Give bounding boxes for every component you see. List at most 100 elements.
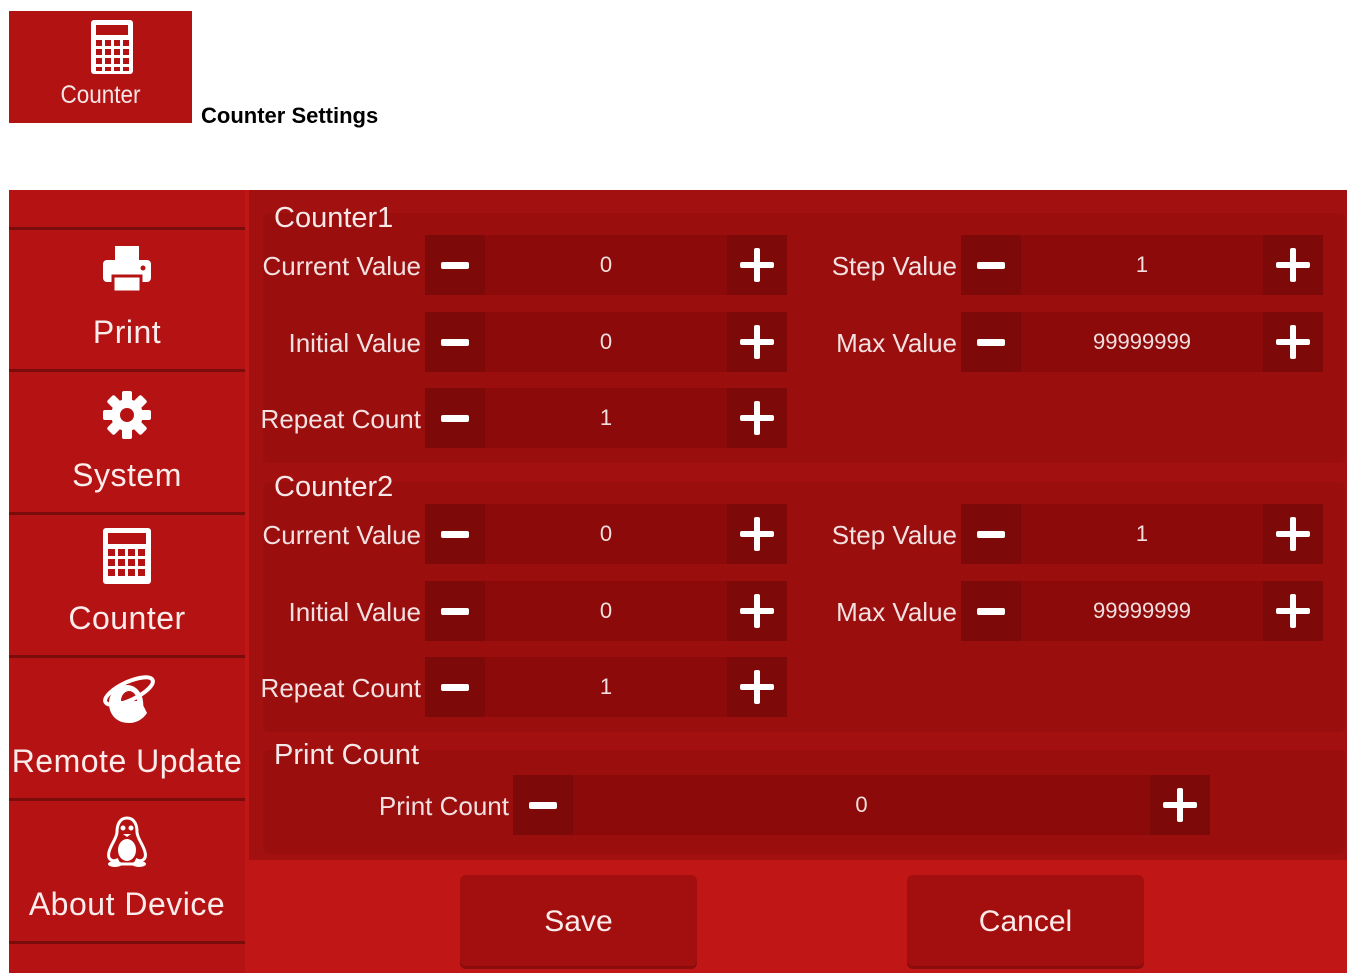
increment-button[interactable] xyxy=(1150,775,1210,835)
increment-button[interactable] xyxy=(1263,235,1323,295)
header-tile-label: Counter xyxy=(60,81,141,109)
stepper-value[interactable]: 0 xyxy=(485,504,727,564)
increment-button[interactable] xyxy=(1263,504,1323,564)
plus-icon xyxy=(1276,517,1310,551)
sidebar-item-label: Counter xyxy=(68,600,186,636)
decrement-button[interactable] xyxy=(961,312,1021,372)
counter2-current-value-stepper: 0 xyxy=(425,504,787,564)
minus-icon xyxy=(441,683,469,691)
stepper-value[interactable]: 0 xyxy=(485,235,727,295)
page-title: Counter Settings xyxy=(201,103,379,128)
sidebar-item-print[interactable]: Print xyxy=(9,230,245,372)
main-panel: Counter1 Current Value 0 Step Value 1 In… xyxy=(249,190,1347,860)
counter1-title: Counter1 xyxy=(274,202,394,234)
stepper-value[interactable]: 1 xyxy=(485,388,727,448)
counter2-title: Counter2 xyxy=(274,471,394,503)
stepper-value[interactable]: 1 xyxy=(485,657,727,717)
minus-icon xyxy=(441,338,469,346)
step-value-label: Step Value xyxy=(831,520,957,550)
step-value-label: Step Value xyxy=(831,251,957,281)
sidebar-item-label: About Device xyxy=(28,886,226,922)
counter2-step-value-stepper: 1 xyxy=(961,504,1323,564)
app-window: Print System Counter Remote Update About… xyxy=(9,190,1347,973)
max-value-label: Max Value xyxy=(836,328,957,358)
decrement-button[interactable] xyxy=(961,581,1021,641)
stepper-value[interactable]: 0 xyxy=(573,775,1150,835)
sidebar-item-system[interactable]: System xyxy=(9,373,245,515)
increment-button[interactable] xyxy=(727,235,787,295)
stepper-value[interactable]: 1 xyxy=(1021,504,1263,564)
plus-icon xyxy=(1276,248,1310,282)
sidebar: Print System Counter Remote Update About… xyxy=(9,190,245,973)
minus-icon xyxy=(441,530,469,538)
stepper-value[interactable]: 99999999 xyxy=(1021,581,1263,641)
minus-icon xyxy=(977,530,1005,538)
repeat-count-label: Repeat Count xyxy=(260,673,421,703)
decrement-button[interactable] xyxy=(513,775,573,835)
initial-value-label: Initial Value xyxy=(288,597,422,627)
increment-button[interactable] xyxy=(727,504,787,564)
counter1-max-value-stepper: 99999999 xyxy=(961,312,1323,372)
increment-button[interactable] xyxy=(1263,581,1323,641)
plus-icon xyxy=(740,517,774,551)
counter2-max-value-stepper: 99999999 xyxy=(961,581,1323,641)
plus-icon xyxy=(1163,788,1197,822)
increment-button[interactable] xyxy=(727,581,787,641)
current-value-label: Current Value xyxy=(262,251,422,281)
minus-icon xyxy=(977,338,1005,346)
counter2-repeat-count-stepper: 1 xyxy=(425,657,787,717)
sidebar-item-label: Remote Update xyxy=(11,743,243,779)
counter1-step-value-stepper: 1 xyxy=(961,235,1323,295)
print-count-label: Print Count xyxy=(378,791,509,821)
internet-explorer-icon xyxy=(103,675,155,723)
current-value-label: Current Value xyxy=(262,520,422,550)
counter2-initial-value-stepper: 0 xyxy=(425,581,787,641)
repeat-count-label: Repeat Count xyxy=(260,404,421,434)
cancel-button[interactable]: Cancel xyxy=(907,875,1144,969)
plus-icon xyxy=(740,594,774,628)
print-count-stepper: 0 xyxy=(513,775,1210,835)
sidebar-item-label: Print xyxy=(92,314,162,350)
increment-button[interactable] xyxy=(727,657,787,717)
plus-icon xyxy=(740,670,774,704)
counter1-repeat-count-stepper: 1 xyxy=(425,388,787,448)
stepper-value[interactable]: 1 xyxy=(1021,235,1263,295)
increment-button[interactable] xyxy=(727,312,787,372)
minus-icon xyxy=(441,261,469,269)
save-button[interactable]: Save xyxy=(460,875,697,969)
minus-icon xyxy=(977,261,1005,269)
decrement-button[interactable] xyxy=(425,312,485,372)
sidebar-item-counter[interactable]: Counter xyxy=(9,516,245,658)
increment-button[interactable] xyxy=(727,388,787,448)
plus-icon xyxy=(1276,594,1310,628)
sidebar-top-spacer xyxy=(9,190,245,230)
decrement-button[interactable] xyxy=(961,504,1021,564)
increment-button[interactable] xyxy=(1263,312,1323,372)
print-count-title: Print Count xyxy=(274,739,420,771)
decrement-button[interactable] xyxy=(425,388,485,448)
decrement-button[interactable] xyxy=(425,657,485,717)
decrement-button[interactable] xyxy=(425,581,485,641)
minus-icon xyxy=(977,607,1005,615)
stepper-value[interactable]: 0 xyxy=(485,581,727,641)
plus-icon xyxy=(1276,325,1310,359)
plus-icon xyxy=(740,325,774,359)
counter-header-tile: Counter xyxy=(9,11,192,123)
stepper-value[interactable]: 0 xyxy=(485,312,727,372)
initial-value-label: Initial Value xyxy=(288,328,422,358)
decrement-button[interactable] xyxy=(425,504,485,564)
plus-icon xyxy=(740,401,774,435)
stepper-value[interactable]: 99999999 xyxy=(1021,312,1263,372)
printer-icon xyxy=(103,246,151,294)
calculator-icon xyxy=(91,20,133,74)
linux-penguin-icon xyxy=(107,816,147,867)
decrement-button[interactable] xyxy=(425,235,485,295)
calculator-icon xyxy=(103,528,151,584)
max-value-label: Max Value xyxy=(836,597,957,627)
counter1-current-value-stepper: 0 xyxy=(425,235,787,295)
sidebar-item-remote-update[interactable]: Remote Update xyxy=(9,659,245,801)
sidebar-item-label: System xyxy=(72,457,182,493)
gear-icon xyxy=(103,391,151,439)
decrement-button[interactable] xyxy=(961,235,1021,295)
sidebar-item-about-device[interactable]: About Device xyxy=(9,802,245,944)
